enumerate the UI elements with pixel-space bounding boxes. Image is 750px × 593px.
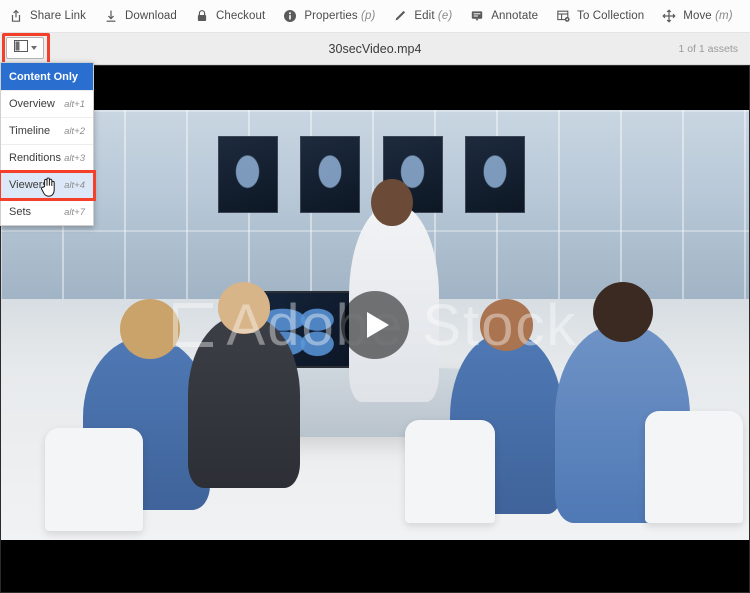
pencil-icon [393, 9, 407, 23]
asset-action-toolbar: Share Link Download Checkout Properties … [0, 0, 750, 33]
asset-details-window: Share Link Download Checkout Properties … [0, 0, 750, 593]
watermark-mark-icon [172, 303, 213, 347]
menu-item-shortcut: alt+3 [64, 152, 85, 164]
checkout-button[interactable]: Checkout [186, 0, 274, 33]
download-label: Download [124, 10, 177, 22]
to-collection-label: To Collection [577, 10, 645, 22]
menu-item-renditions[interactable]: Renditions alt+3 [1, 144, 93, 171]
annotate-button[interactable]: Annotate [461, 0, 547, 33]
share-link-button[interactable]: Share Link [0, 0, 95, 33]
properties-button[interactable]: Properties (p) [274, 0, 384, 33]
properties-label: Properties (p) [304, 10, 376, 22]
annotate-icon [470, 9, 484, 23]
menu-item-overview[interactable]: Overview alt+1 [1, 90, 93, 117]
menu-item-label: Viewers [9, 179, 48, 191]
menu-item-sets[interactable]: Sets alt+7 [1, 198, 93, 225]
annotate-label: Annotate [491, 10, 539, 22]
edit-button[interactable]: Edit (e) [384, 0, 461, 33]
asset-count-label: 1 of 1 assets [678, 42, 738, 55]
move-icon [662, 9, 676, 23]
menu-item-label: Renditions [9, 152, 61, 164]
menu-item-shortcut: alt+2 [64, 125, 85, 137]
menu-item-shortcut: alt+7 [64, 206, 85, 218]
play-triangle-icon [366, 312, 389, 338]
menu-item-shortcut: alt+1 [64, 98, 85, 110]
move-label: Move (m) [683, 10, 733, 22]
menu-item-shortcut: alt+4 [64, 179, 85, 191]
view-switcher-menu: Content Only Overview alt+1 Timeline alt… [0, 62, 94, 226]
collection-icon [556, 9, 570, 23]
menu-item-label: Overview [9, 98, 55, 110]
menu-item-label: Content Only [9, 70, 79, 83]
checkout-label: Checkout [215, 10, 266, 22]
play-button[interactable] [341, 291, 409, 359]
move-button[interactable]: Move (m) [653, 0, 741, 33]
edit-label: Edit (e) [414, 10, 453, 22]
more-options-button[interactable]: ••• [742, 0, 750, 33]
asset-viewer-stage: Adobe Stock [0, 65, 750, 593]
download-icon [104, 9, 118, 23]
to-collection-button[interactable]: To Collection [547, 0, 653, 33]
menu-item-viewers[interactable]: Viewers alt+4 [1, 171, 93, 198]
asset-title-bar: 30secVideo.mp4 1 of 1 assets [0, 33, 750, 65]
download-button[interactable]: Download [95, 0, 186, 33]
share-link-label: Share Link [30, 10, 86, 22]
video-preview[interactable]: Adobe Stock [0, 110, 750, 540]
info-icon [283, 9, 297, 23]
menu-item-label: Sets [9, 206, 32, 218]
menu-item-timeline[interactable]: Timeline alt+2 [1, 117, 93, 144]
menu-item-label: Timeline [9, 125, 51, 137]
menu-item-content-only[interactable]: Content Only [1, 63, 93, 90]
page-title: 30secVideo.mp4 [328, 41, 422, 56]
share-icon [9, 9, 23, 23]
lock-icon [195, 9, 209, 23]
